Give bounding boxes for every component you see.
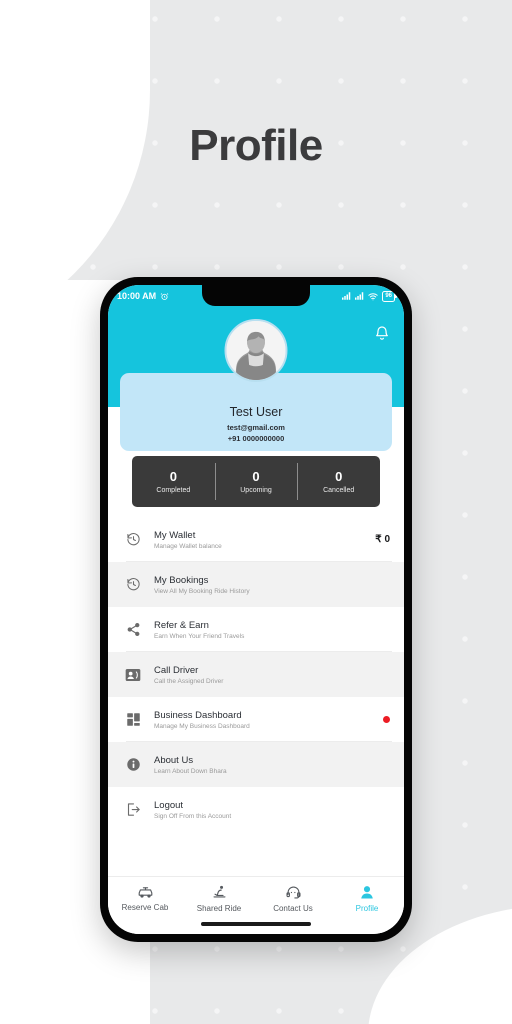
menu-item-title: My Bookings [154, 574, 209, 586]
menu-item-call-driver[interactable]: Call Driver Call the Assigned Driver [108, 652, 404, 697]
menu-item-title: Call Driver [154, 664, 199, 676]
status-bar: 10:00 AM 96 [108, 285, 404, 307]
menu-item-subtitle: Learn About Down Bhara [154, 767, 227, 775]
phone-screen: 10:00 AM 96 Test User test@gmail.com +91… [108, 285, 404, 934]
contact-card-icon [118, 668, 148, 682]
menu-item-title: Logout [154, 799, 184, 811]
bottom-navigation-bar: Reserve Cab Shared Ride Contact Us Profi… [108, 876, 404, 934]
menu-item-text: About Us Learn About Down Bhara [154, 755, 390, 775]
alarm-icon [160, 292, 169, 301]
nav-item-contact-us[interactable]: Contact Us [256, 885, 330, 913]
profile-email: test@gmail.com [227, 423, 285, 432]
signal-bars-icon [355, 292, 364, 300]
screenshot-root: Profile 10:00 AM 96 Test User test@gmail… [0, 0, 512, 1024]
stat-value: 0 [169, 469, 177, 484]
nav-item-label: Shared Ride [196, 904, 242, 913]
menu-item-title: Business Dashboard [154, 709, 242, 721]
stat-label: Upcoming [240, 487, 272, 494]
headset-icon [285, 885, 302, 900]
ride-stats-bar: 0 Completed 0 Upcoming 0 Cancelled [132, 456, 380, 507]
stat-label: Cancelled [323, 487, 355, 494]
signal-bars-icon [342, 292, 351, 300]
nav-item-label: Contact Us [273, 904, 313, 913]
taxi-icon [137, 885, 154, 899]
menu-item-subtitle: Sign Off From this Account [154, 812, 232, 820]
wifi-icon [368, 292, 378, 301]
history-clock-icon [118, 532, 148, 547]
nav-item-shared-ride[interactable]: Shared Ride [182, 885, 256, 913]
menu-item-text: My Wallet Manage Wallet balance [154, 530, 375, 550]
status-bar-right: 96 [342, 290, 397, 302]
dashboard-grid-icon [118, 712, 148, 727]
menu-item-text: Business Dashboard Manage My Business Da… [154, 710, 383, 730]
bell-icon[interactable] [374, 324, 390, 342]
menu-item-title: My Wallet [154, 529, 196, 541]
menu-item-my-wallet[interactable]: My Wallet Manage Wallet balance ₹ 0 [108, 517, 404, 562]
profile-name: Test User [229, 405, 283, 419]
profile-info-card: Test User test@gmail.com +91 0000000000 [120, 373, 392, 451]
menu-item-subtitle: Call the Assigned Driver [154, 677, 224, 685]
menu-item-my-bookings[interactable]: My Bookings View All My Booking Ride His… [108, 562, 404, 607]
nav-item-profile[interactable]: Profile [330, 885, 404, 913]
stat-completed[interactable]: 0 Completed [132, 456, 215, 507]
stat-upcoming[interactable]: 0 Upcoming [214, 456, 298, 507]
page-title: Profile [189, 121, 323, 170]
stat-value: 0 [252, 469, 260, 484]
info-circle-icon [118, 757, 148, 772]
stat-cancelled[interactable]: 0 Cancelled [297, 456, 380, 507]
status-bar-left: 10:00 AM [117, 291, 169, 301]
profile-menu-list: My Wallet Manage Wallet balance ₹ 0 My B… [108, 517, 404, 832]
menu-item-text: Call Driver Call the Assigned Driver [154, 665, 390, 685]
wallet-balance: ₹ 0 [375, 534, 390, 545]
menu-item-text: Logout Sign Off From this Account [154, 800, 390, 820]
car-seat-icon [211, 885, 228, 900]
stat-value: 0 [335, 469, 343, 484]
menu-item-subtitle: Manage My Business Dashboard [154, 722, 250, 730]
logout-icon [118, 802, 148, 817]
battery-indicator: 96 [382, 290, 397, 302]
phone-mockup-frame: 10:00 AM 96 Test User test@gmail.com +91… [100, 277, 412, 942]
stat-label: Completed [156, 487, 191, 494]
menu-item-title: Refer & Earn [154, 619, 209, 631]
menu-item-about-us[interactable]: About Us Learn About Down Bhara [108, 742, 404, 787]
menu-item-title: About Us [154, 754, 194, 766]
nav-item-reserve-cab[interactable]: Reserve Cab [108, 885, 182, 912]
menu-item-business-dashboard[interactable]: Business Dashboard Manage My Business Da… [108, 697, 404, 742]
menu-item-text: Refer & Earn Earn When Your Friend Trave… [154, 620, 390, 640]
history-clock-icon [118, 577, 148, 592]
status-badge [383, 716, 390, 723]
menu-item-subtitle: Manage Wallet balance [154, 542, 222, 550]
person-icon [359, 885, 375, 900]
share-icon [118, 622, 148, 637]
menu-item-logout[interactable]: Logout Sign Off From this Account [108, 787, 404, 832]
avatar[interactable] [224, 319, 288, 382]
nav-item-label: Profile [355, 904, 379, 913]
phone-notch [202, 285, 310, 306]
menu-item-refer-and-earn[interactable]: Refer & Earn Earn When Your Friend Trave… [108, 607, 404, 652]
profile-phone: +91 0000000000 [227, 434, 285, 443]
status-bar-time: 10:00 AM [117, 291, 157, 301]
nav-item-label: Reserve Cab [121, 903, 169, 912]
home-indicator[interactable] [201, 922, 311, 926]
menu-item-text: My Bookings View All My Booking Ride His… [154, 575, 390, 595]
menu-item-subtitle: View All My Booking Ride History [154, 587, 250, 595]
menu-item-subtitle: Earn When Your Friend Travels [154, 632, 245, 640]
